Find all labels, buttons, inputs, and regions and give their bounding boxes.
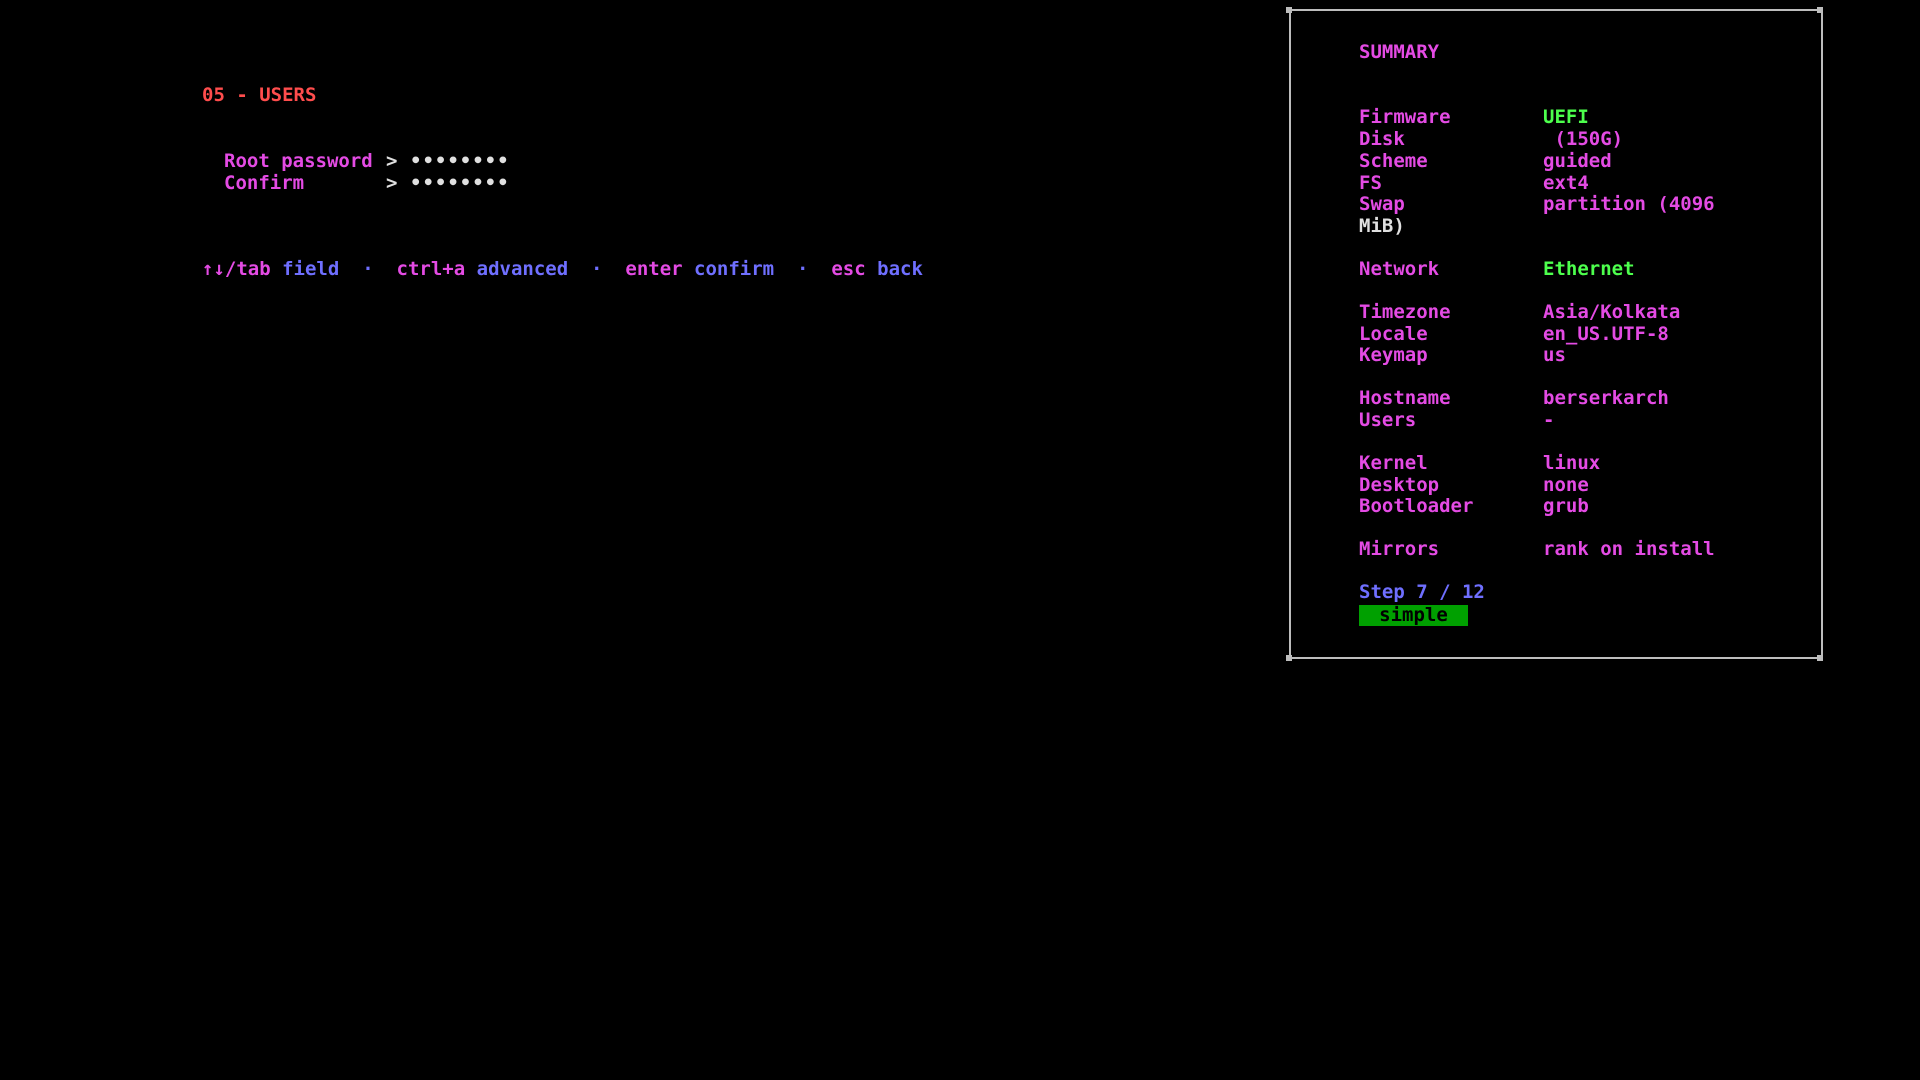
- summary-label-hostname: Hostname: [1359, 387, 1451, 409]
- step-counter: Step 7 / 12: [1359, 581, 1485, 603]
- summary-value-keymap: us: [1543, 344, 1566, 366]
- summary-value-kernel: linux: [1543, 452, 1601, 474]
- help-separator: ·: [797, 258, 809, 280]
- help-action-back: back: [877, 258, 923, 280]
- root-password-label: Root password: [224, 150, 373, 172]
- help-action-advanced: advanced: [476, 258, 569, 280]
- summary-value-bootloader: grub: [1543, 495, 1589, 517]
- summary-value-locale: en_US.UTF-8: [1543, 323, 1669, 345]
- help-separator: ·: [591, 258, 603, 280]
- summary-label-scheme: Scheme: [1359, 150, 1428, 172]
- summary-value-swap: partition (4096: [1543, 193, 1715, 215]
- summary-label-users: Users: [1359, 409, 1417, 431]
- help-key-confirm: enter: [625, 258, 683, 280]
- summary-panel-bottom-border: [1289, 657, 1823, 659]
- border-corner: [1817, 7, 1823, 13]
- summary-value-timezone: Asia/Kolkata: [1543, 301, 1681, 323]
- summary-value-hostname: berserkarch: [1543, 387, 1669, 409]
- root-password-input[interactable]: ••••••••: [410, 150, 510, 173]
- summary-label-keymap: Keymap: [1359, 344, 1428, 366]
- summary-value-disk: (150G): [1543, 128, 1624, 150]
- border-corner: [1817, 655, 1823, 661]
- confirm-password-input[interactable]: ••••••••: [410, 172, 510, 195]
- help-bar: ↑↓/tab field · ctrl+a advanced · enter c…: [202, 258, 923, 281]
- field-cursor-arrow: >: [386, 150, 398, 172]
- summary-label-disk: Disk: [1359, 128, 1405, 150]
- summary-value-scheme: guided: [1543, 150, 1612, 172]
- summary-value-mirrors: rank on install: [1543, 538, 1715, 560]
- summary-panel-top-border: [1289, 9, 1823, 11]
- summary-title: SUMMARY: [1359, 41, 1440, 63]
- summary-label-fs: FS: [1359, 172, 1382, 194]
- help-action-field: field: [282, 258, 340, 280]
- summary-label-desktop: Desktop: [1359, 474, 1440, 496]
- border-corner: [1286, 655, 1292, 661]
- help-key-field: ↑↓/tab: [202, 258, 271, 280]
- field-cursor-arrow: >: [386, 172, 398, 194]
- summary-label-bootloader: Bootloader: [1359, 495, 1474, 517]
- step-title: 05 - USERS: [202, 84, 317, 106]
- summary-label-timezone: Timezone: [1359, 301, 1451, 323]
- summary-label-kernel: Kernel: [1359, 452, 1428, 474]
- summary-value-users: -: [1543, 409, 1555, 431]
- summary-value-network: Ethernet: [1543, 258, 1635, 280]
- summary-label-swap: Swap: [1359, 193, 1405, 215]
- summary-value-fs: ext4: [1543, 172, 1589, 194]
- summary-value-firmware: UEFI: [1543, 106, 1589, 128]
- summary-label-firmware: Firmware: [1359, 106, 1451, 128]
- mode-badge: simple: [1359, 605, 1468, 626]
- summary-label-network: Network: [1359, 258, 1440, 280]
- help-key-back: esc: [831, 258, 866, 280]
- help-action-confirm: confirm: [694, 258, 775, 280]
- summary-value-desktop: none: [1543, 474, 1589, 496]
- summary-value-swap-wrap: MiB): [1359, 215, 1405, 237]
- help-key-advanced: ctrl+a: [396, 258, 466, 280]
- confirm-password-label: Confirm: [224, 172, 305, 194]
- border-corner: [1286, 7, 1292, 13]
- help-separator: ·: [362, 258, 374, 280]
- summary-label-mirrors: Mirrors: [1359, 538, 1440, 560]
- summary-label-locale: Locale: [1359, 323, 1428, 345]
